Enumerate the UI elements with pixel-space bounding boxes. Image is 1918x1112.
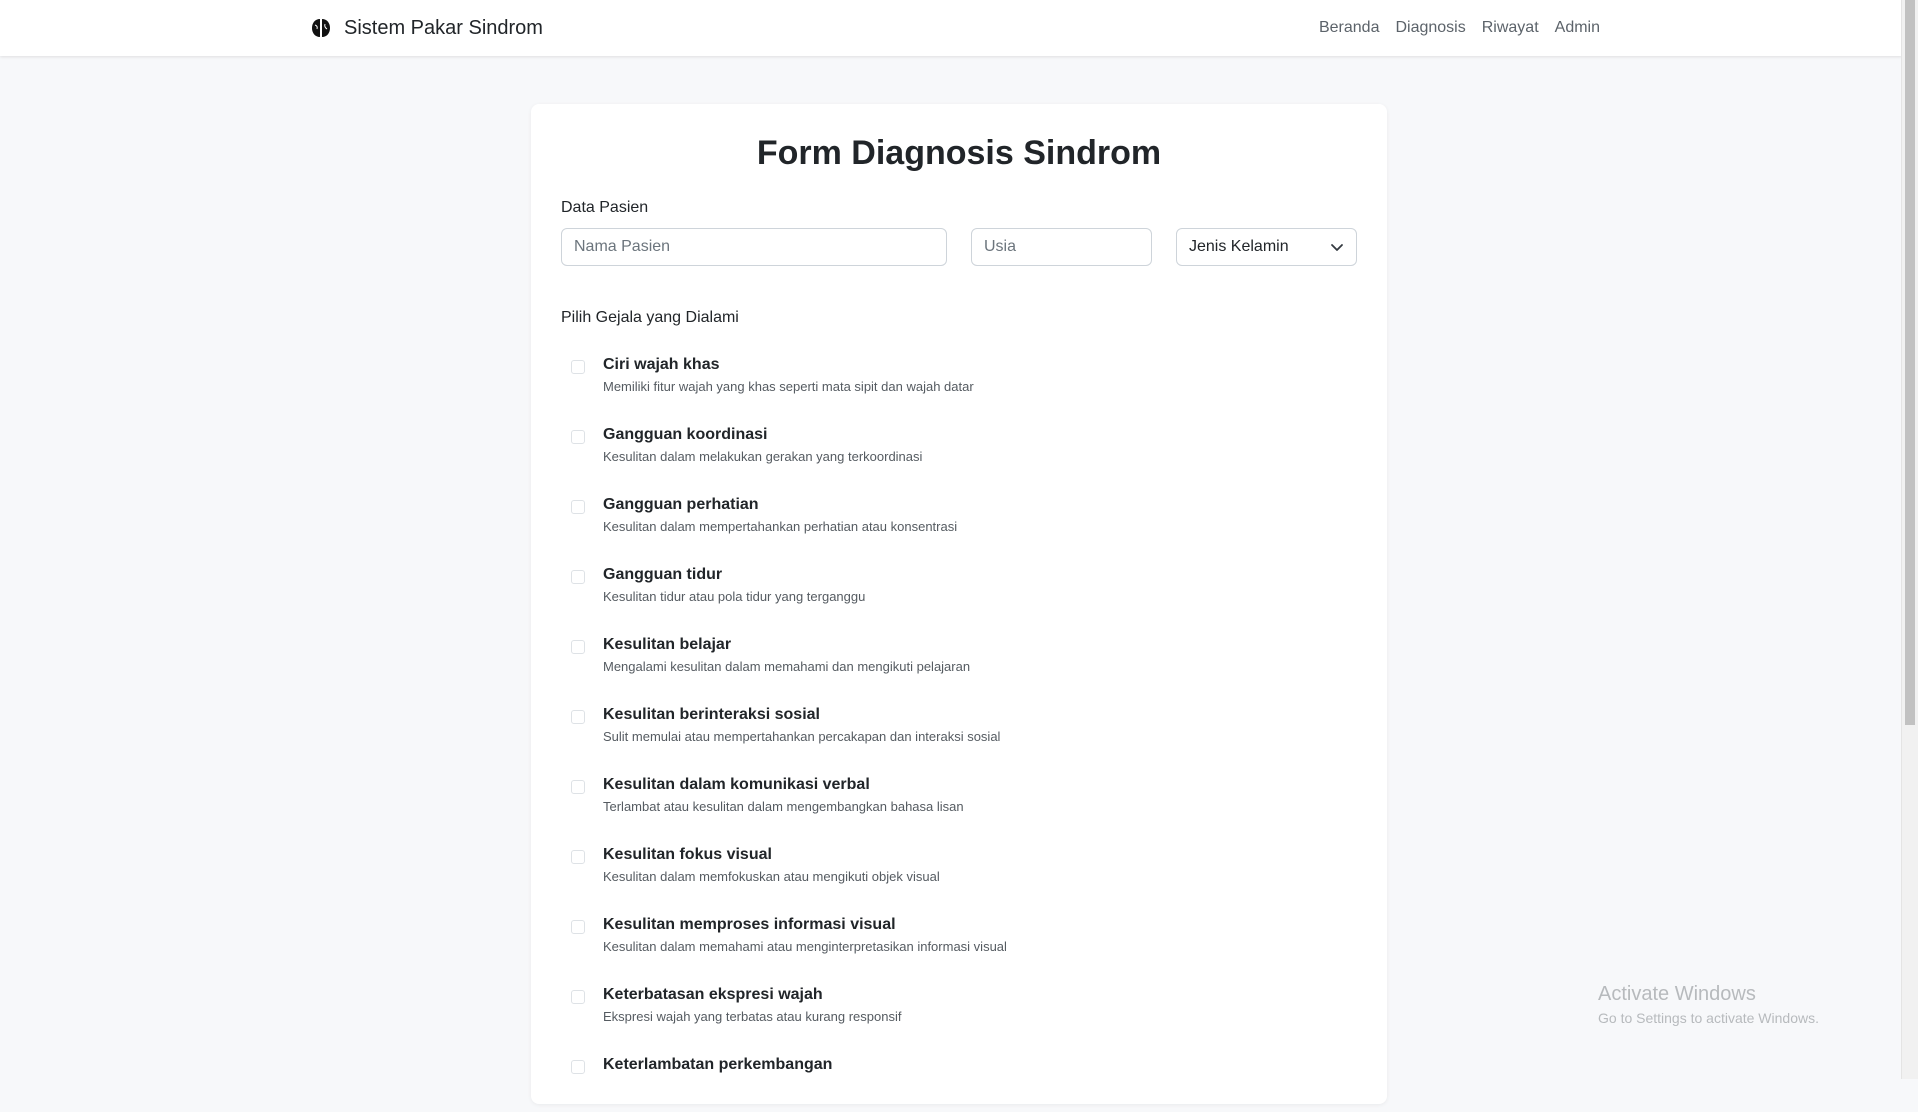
symptom-title: Keterbatasan ekspresi wajah (603, 986, 823, 1003)
symptom-checkbox[interactable] (571, 780, 585, 794)
diagnosis-form-card: Form Diagnosis Sindrom Data Pasien Jenis… (531, 104, 1387, 1104)
symptom-item: Gangguan koordinasi Kesulitan dalam mela… (561, 426, 1341, 482)
nav-beranda[interactable]: Beranda (1319, 19, 1380, 37)
symptom-item: Kesulitan dalam komunikasi verbal Terlam… (561, 776, 1341, 832)
scrollbar-thumb[interactable] (1905, 0, 1915, 725)
symptom-item: Kesulitan memproses informasi visual Kes… (561, 916, 1341, 972)
symptom-title: Keterlambatan perkembangan (603, 1056, 833, 1073)
symptom-checkbox[interactable] (571, 920, 585, 934)
symptom-item: Kesulitan belajar Mengalami kesulitan da… (561, 636, 1341, 692)
symptom-description: Mengalami kesulitan dalam memahami dan m… (603, 659, 971, 674)
chevron-down-icon (1331, 244, 1343, 251)
symptom-item: Kesulitan berinteraksi sosial Sulit memu… (561, 706, 1341, 762)
symptom-description: Ekspresi wajah yang terbatas atau kurang… (603, 1009, 902, 1024)
symptom-item: Ciri wajah khas Memiliki fitur wajah yan… (561, 356, 1341, 412)
nav-links: Beranda Diagnosis Riwayat Admin (1319, 0, 1600, 56)
symptom-checkbox[interactable] (571, 1060, 585, 1074)
nav-admin[interactable]: Admin (1555, 19, 1600, 37)
symptoms-label: Pilih Gejala yang Dialami (561, 309, 739, 326)
navbar: Sistem Pakar Sindrom Beranda Diagnosis R… (0, 0, 1902, 56)
symptom-description: Kesulitan dalam memahami atau menginterp… (603, 939, 1007, 954)
symptom-description: Kesulitan dalam melakukan gerakan yang t… (603, 449, 923, 464)
symptom-item: Keterlambatan perkembangan (561, 1056, 1341, 1112)
symptom-item: Gangguan tidur Kesulitan tidur atau pola… (561, 566, 1341, 622)
symptom-title: Gangguan perhatian (603, 496, 759, 513)
brand-link[interactable]: Sistem Pakar Sindrom (310, 0, 543, 56)
symptom-checkbox[interactable] (571, 990, 585, 1004)
windows-activation-watermark: Activate Windows Go to Settings to activ… (1598, 983, 1819, 1026)
symptom-description: Terlambat atau kesulitan dalam mengemban… (603, 799, 964, 814)
symptom-title: Kesulitan memproses informasi visual (603, 916, 896, 933)
symptom-checkbox[interactable] (571, 640, 585, 654)
page-scrollbar[interactable] (1901, 0, 1918, 1079)
nav-diagnosis[interactable]: Diagnosis (1395, 19, 1465, 37)
symptom-checkbox[interactable] (571, 500, 585, 514)
symptom-title: Kesulitan fokus visual (603, 846, 772, 863)
symptom-item: Kesulitan fokus visual Kesulitan dalam m… (561, 846, 1341, 902)
watermark-subtitle: Go to Settings to activate Windows. (1598, 1010, 1819, 1026)
gender-select[interactable]: Jenis Kelamin (1176, 228, 1357, 266)
symptom-title: Kesulitan dalam komunikasi verbal (603, 776, 870, 793)
symptom-checkbox[interactable] (571, 710, 585, 724)
patient-name-input[interactable] (561, 228, 947, 266)
age-input[interactable] (971, 228, 1152, 266)
watermark-title: Activate Windows (1598, 983, 1756, 1005)
brain-icon (312, 19, 330, 37)
nav-riwayat[interactable]: Riwayat (1482, 19, 1539, 37)
symptom-title: Ciri wajah khas (603, 356, 720, 373)
symptom-checkbox[interactable] (571, 850, 585, 864)
symptom-description: Memiliki fitur wajah yang khas seperti m… (603, 379, 974, 394)
symptom-title: Kesulitan belajar (603, 636, 732, 653)
symptom-item: Gangguan perhatian Kesulitan dalam mempe… (561, 496, 1341, 552)
symptom-checkbox[interactable] (571, 430, 585, 444)
symptom-title: Gangguan koordinasi (603, 426, 768, 443)
gender-select-value: Jenis Kelamin (1189, 238, 1289, 255)
symptom-title: Kesulitan berinteraksi sosial (603, 706, 820, 723)
symptom-title: Gangguan tidur (603, 566, 723, 583)
symptom-description: Kesulitan dalam mempertahankan perhatian… (603, 519, 958, 534)
patient-data-label: Data Pasien (561, 199, 649, 216)
symptom-checkbox[interactable] (571, 570, 585, 584)
symptom-description: Kesulitan dalam memfokuskan atau mengiku… (603, 869, 940, 884)
symptom-checkbox[interactable] (571, 360, 585, 374)
form-title: Form Diagnosis Sindrom (756, 134, 1162, 172)
symptom-item: Keterbatasan ekspresi wajah Ekspresi waj… (561, 986, 1341, 1042)
brand-name: Sistem Pakar Sindrom (344, 16, 543, 39)
symptom-description: Kesulitan tidur atau pola tidur yang ter… (603, 589, 866, 604)
symptom-description: Sulit memulai atau mempertahankan percak… (603, 729, 1001, 744)
